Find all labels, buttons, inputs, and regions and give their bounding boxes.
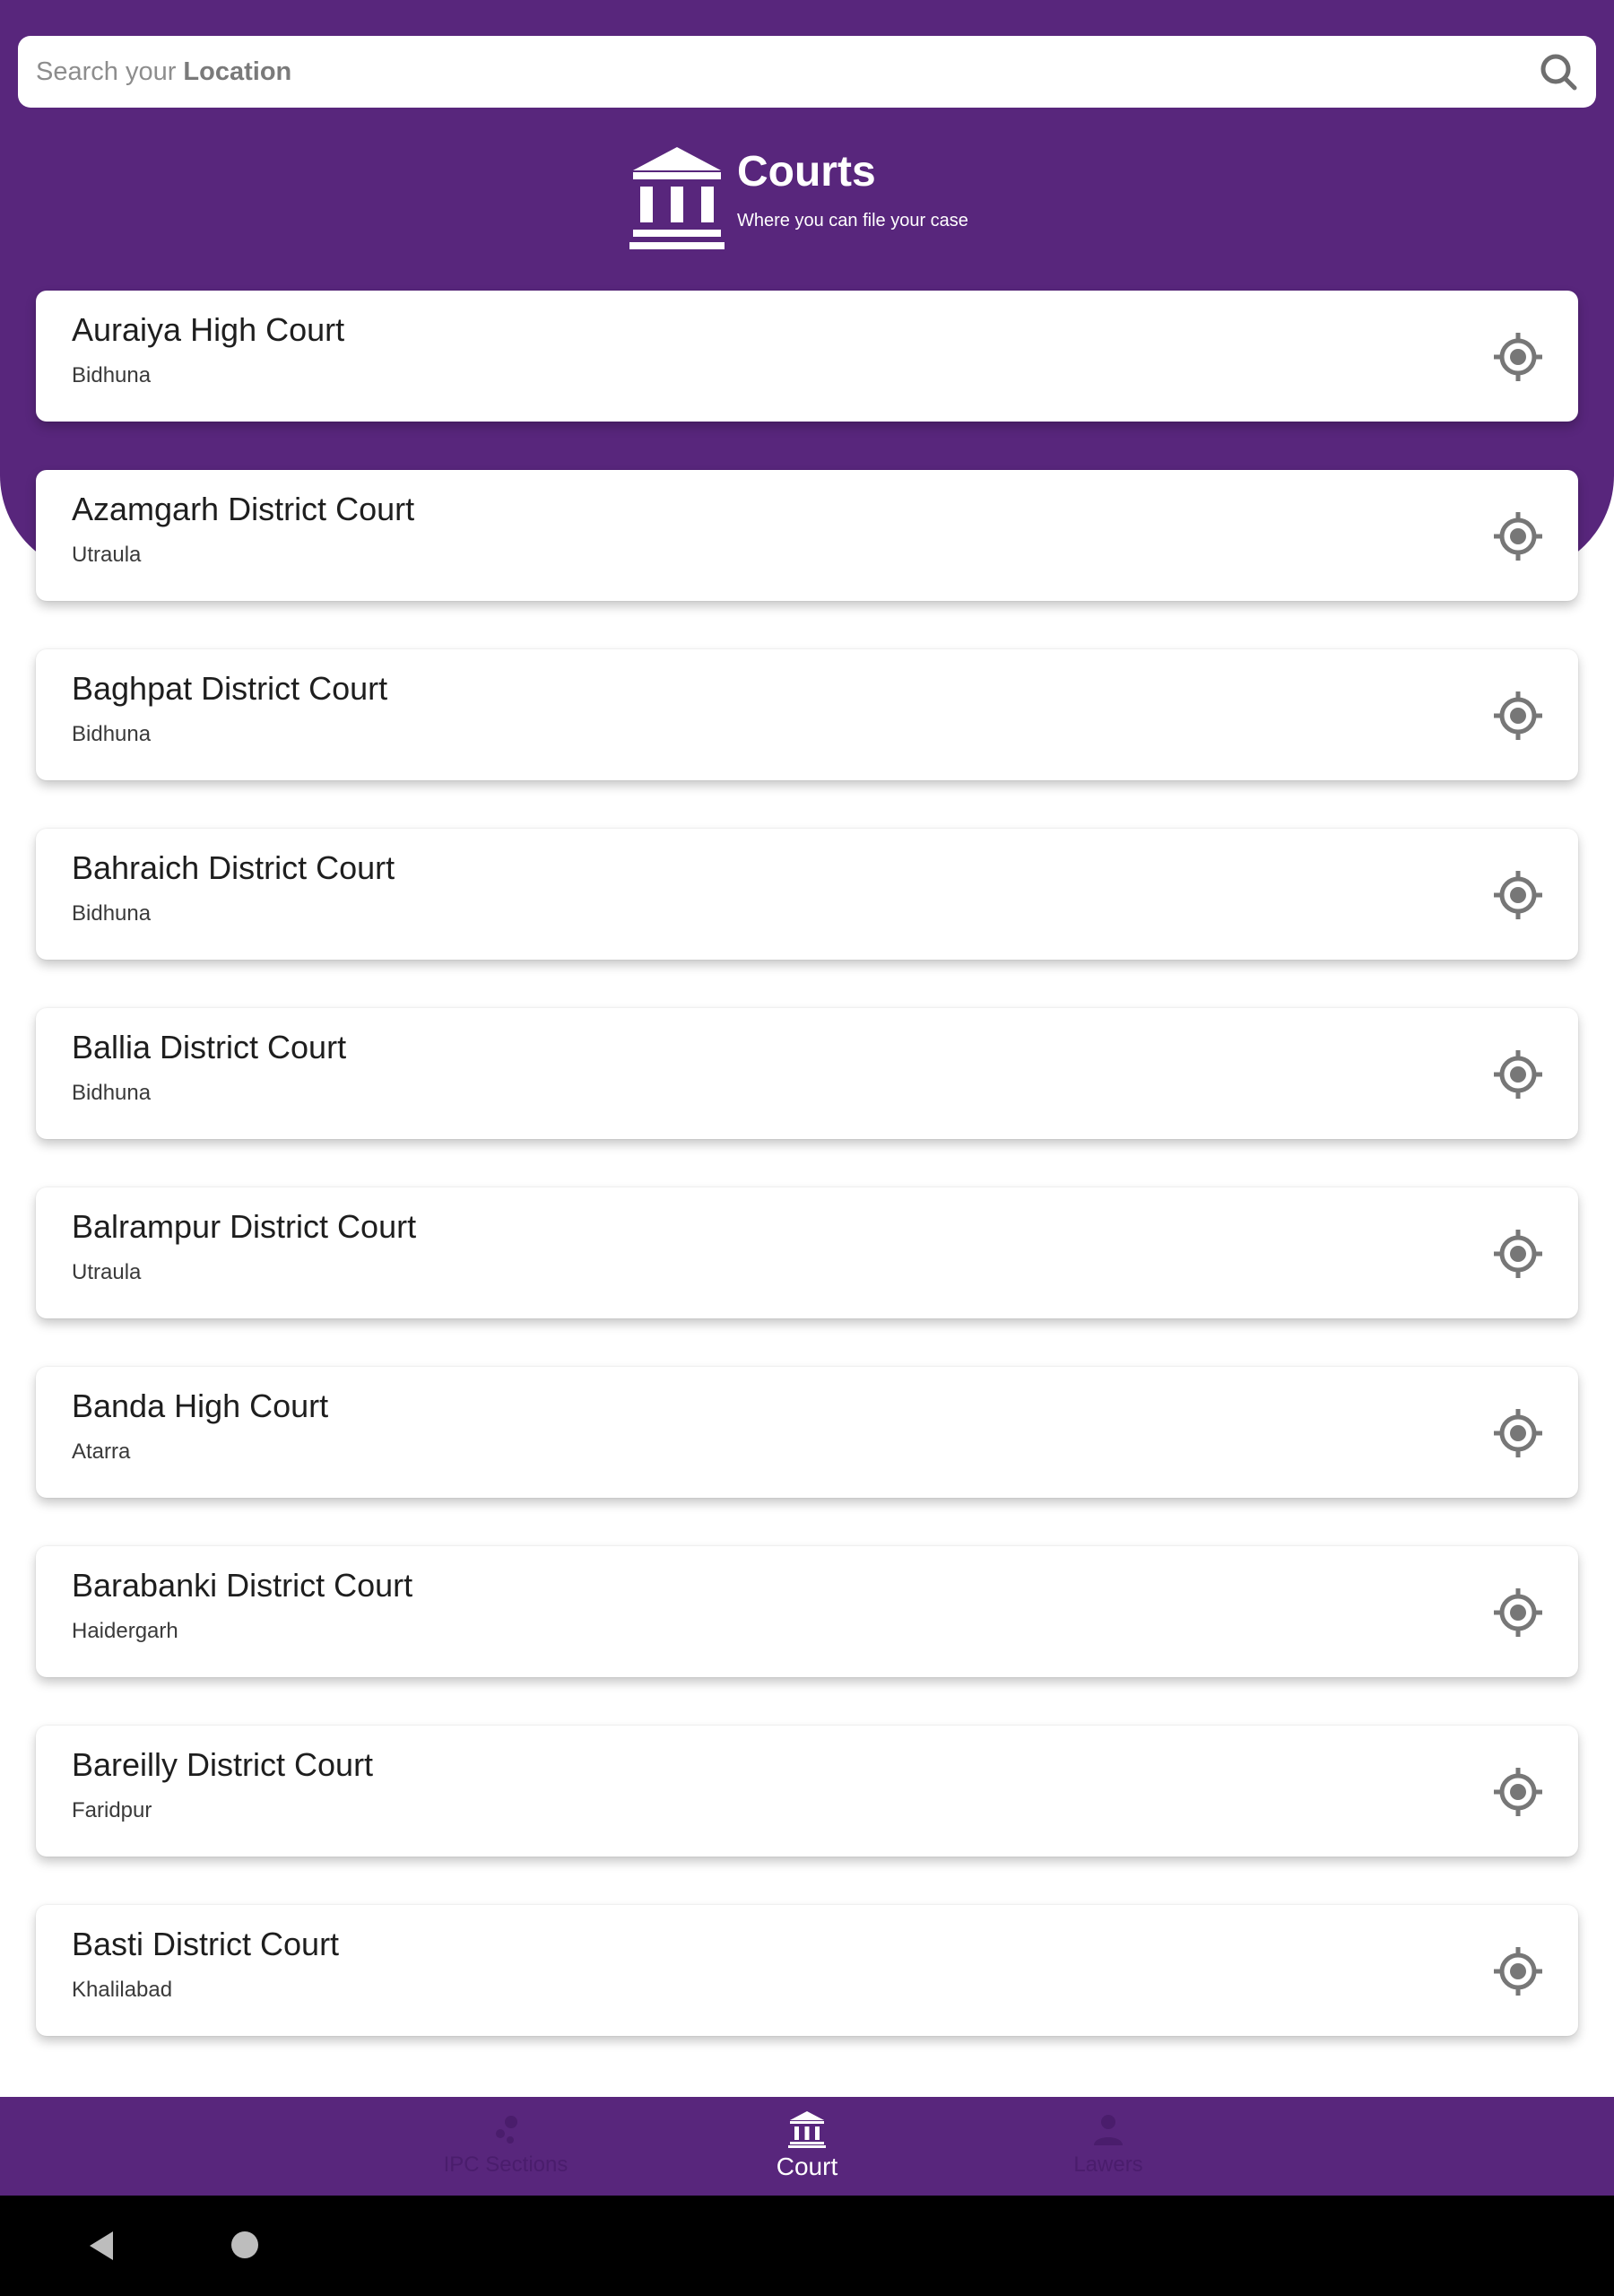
court-name: Basti District Court [72, 1926, 340, 1962]
court-city: Haidergarh [72, 1619, 178, 1643]
locate-icon[interactable] [1492, 1587, 1544, 1639]
court-card[interactable]: Azamgarh District Court Utraula [36, 470, 1578, 601]
nav-item-ipc-sections[interactable]: IPC Sections [355, 2097, 656, 2196]
court-city: Bidhuna [72, 722, 152, 746]
person-icon [1094, 2115, 1123, 2145]
court-city: Faridpur [72, 1798, 152, 1822]
court-name: Bahraich District Court [72, 849, 395, 886]
court-list: Auraiya High Court Bidhuna Azamgarh Dist… [36, 291, 1578, 2084]
home-icon[interactable] [231, 2231, 258, 2258]
nav-label-court: Court [776, 2152, 838, 2180]
court-name: Banda High Court [72, 1387, 329, 1424]
locate-icon[interactable] [1492, 1048, 1544, 1100]
courthouse-icon [629, 147, 725, 249]
locate-icon[interactable] [1492, 1945, 1544, 1997]
courthouse-icon [788, 2111, 826, 2148]
page-title: Courts [737, 148, 876, 196]
locate-icon[interactable] [1492, 869, 1544, 921]
court-name: Ballia District Court [72, 1029, 347, 1065]
court-name: Bareilly District Court [72, 1746, 374, 1783]
page-header: Courts Where you can file your case [628, 144, 968, 251]
court-card[interactable]: Auraiya High Court Bidhuna [36, 291, 1578, 422]
court-card[interactable]: Bahraich District Court Bidhuna [36, 829, 1578, 960]
locate-icon[interactable] [1492, 1407, 1544, 1459]
search-placeholder: Search your [36, 57, 184, 86]
nav-label-lawers: Lawers [1073, 2152, 1143, 2177]
court-city: Utraula [72, 1260, 142, 1284]
court-card[interactable]: Baghpat District Court Bidhuna [36, 649, 1578, 780]
court-name: Baghpat District Court [72, 670, 388, 707]
search-icon[interactable] [1539, 52, 1578, 91]
court-card[interactable]: Balrampur District Court Utraula [36, 1187, 1578, 1318]
court-city: Utraula [72, 543, 142, 567]
court-card[interactable]: Banda High Court Atarra [36, 1367, 1578, 1498]
nav-item-lawers[interactable]: Lawers [958, 2097, 1259, 2196]
court-name: Barabanki District Court [72, 1567, 413, 1604]
court-city: Bidhuna [72, 1081, 152, 1105]
locate-icon[interactable] [1492, 510, 1544, 562]
locate-icon[interactable] [1492, 1766, 1544, 1818]
court-name: Azamgarh District Court [72, 491, 415, 527]
court-city: Bidhuna [72, 901, 152, 926]
nav-label-ipc-sections: IPC Sections [443, 2152, 568, 2177]
search-input[interactable]: Search your Location [36, 57, 1539, 87]
scatter-dots-icon [496, 2116, 517, 2144]
locate-icon[interactable] [1492, 1228, 1544, 1280]
court-card[interactable]: Ballia District Court Bidhuna [36, 1008, 1578, 1139]
court-name: Auraiya High Court [72, 311, 345, 348]
locate-icon[interactable] [1492, 331, 1544, 383]
court-city: Bidhuna [72, 363, 152, 387]
court-card[interactable]: Basti District Court Khalilabad [36, 1905, 1578, 2036]
bottom-navigation: IPC Sections Court Lawers [0, 2097, 1614, 2196]
court-card[interactable]: Barabanki District Court Haidergarh [36, 1546, 1578, 1677]
search-placeholder-bold: Location [183, 57, 292, 86]
court-city: Khalilabad [72, 1978, 173, 2002]
court-city: Atarra [72, 1439, 131, 1464]
locate-icon[interactable] [1492, 690, 1544, 742]
search-bar[interactable]: Search your Location [18, 36, 1596, 108]
nav-item-court[interactable]: Court [656, 2097, 958, 2196]
system-navigation-bar [0, 2196, 1614, 2296]
back-icon[interactable] [84, 2228, 120, 2264]
page-subtitle: Where you can file your case [737, 211, 968, 230]
court-card[interactable]: Bareilly District Court Faridpur [36, 1726, 1578, 1857]
court-name: Balrampur District Court [72, 1208, 417, 1245]
